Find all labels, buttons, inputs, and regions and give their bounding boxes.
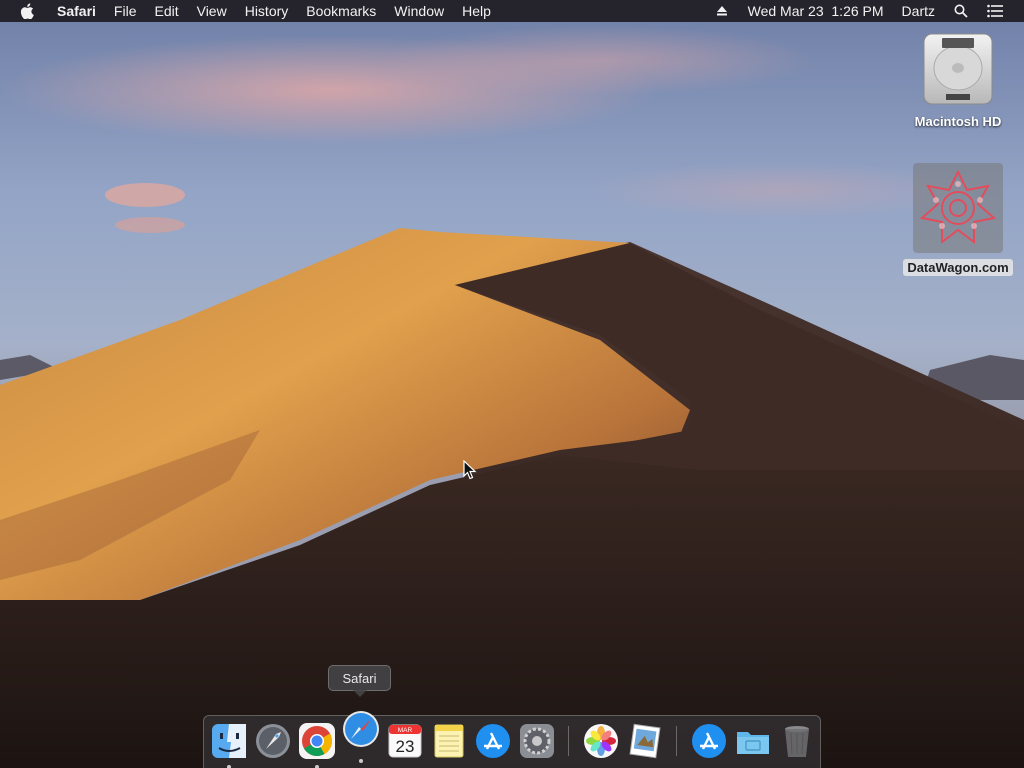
user-menu[interactable]: Dartz (893, 0, 944, 22)
menu-bookmarks[interactable]: Bookmarks (297, 0, 385, 22)
dock-item-system-preferences[interactable] (518, 722, 556, 760)
notification-center-icon (987, 3, 1003, 19)
calendar-month: MAR (398, 727, 413, 734)
notes-icon (434, 724, 464, 758)
safari-compass-icon (343, 711, 379, 747)
gear-icon (520, 724, 554, 758)
preview-icon (629, 723, 661, 759)
menu-edit[interactable]: Edit (145, 0, 187, 22)
trash-icon (785, 726, 809, 757)
desktop-icon-macintosh-hd[interactable]: Macintosh HD (905, 30, 1011, 129)
mouse-cursor-icon (463, 460, 477, 480)
desktop-icon-datawagon[interactable]: DataWagon.com (898, 163, 1018, 276)
dock-item-trash[interactable] (778, 722, 816, 760)
app-store-icon (692, 724, 726, 758)
photos-icon (584, 724, 618, 758)
app-store-icon (476, 724, 510, 758)
dock-item-app-store-downloads[interactable] (690, 722, 728, 760)
menu-file[interactable]: File (105, 0, 146, 22)
finder-icon (212, 724, 246, 758)
eject-icon (714, 3, 730, 19)
desktop: Safari File Edit View History Bookmarks … (0, 0, 1024, 768)
dock-item-preview[interactable] (626, 722, 664, 760)
eject-status[interactable] (705, 3, 739, 19)
spotlight-button[interactable] (944, 3, 978, 19)
dock: MAR 23 (203, 711, 821, 768)
clock[interactable]: Wed Mar 23 1:26 PM (739, 0, 893, 22)
spotlight-search-icon (953, 3, 969, 19)
dock-item-finder[interactable] (210, 722, 248, 768)
wallpaper (0, 0, 1024, 768)
dock-tooltip: Safari (328, 665, 391, 697)
calendar-icon: MAR 23 (388, 724, 422, 758)
dock-separator (568, 726, 569, 756)
launchpad-icon (256, 724, 290, 758)
apple-icon[interactable] (20, 3, 34, 19)
notification-center-button[interactable] (978, 3, 1012, 19)
menu-bar: Safari File Edit View History Bookmarks … (0, 0, 1024, 22)
menu-window[interactable]: Window (385, 0, 453, 22)
desktop-icon-label: Macintosh HD (914, 114, 1002, 129)
chrome-icon (299, 723, 335, 759)
running-indicator (359, 759, 363, 763)
dock-item-calendar[interactable]: MAR 23 (386, 722, 424, 760)
dock-item-launchpad[interactable] (254, 722, 292, 760)
dock-separator (676, 726, 677, 756)
datawagon-thumbnail (913, 163, 1003, 253)
hard-drive-icon (923, 33, 993, 105)
menu-help[interactable]: Help (453, 0, 500, 22)
star-pattern-icon (919, 169, 997, 244)
dock-item-notes[interactable] (430, 722, 468, 760)
folder-icon (737, 732, 769, 754)
menu-view[interactable]: View (188, 0, 236, 22)
desktop-icon-label: DataWagon.com (903, 259, 1013, 276)
dock-item-safari[interactable] (342, 710, 380, 763)
dock-item-chrome[interactable] (298, 722, 336, 768)
calendar-day: 23 (396, 737, 415, 756)
dock-item-app-store[interactable] (474, 722, 512, 760)
menu-history[interactable]: History (236, 0, 298, 22)
dock-item-documents-folder[interactable] (734, 722, 772, 760)
dock-item-photos[interactable] (582, 722, 620, 760)
menu-app-safari[interactable]: Safari (48, 0, 105, 22)
